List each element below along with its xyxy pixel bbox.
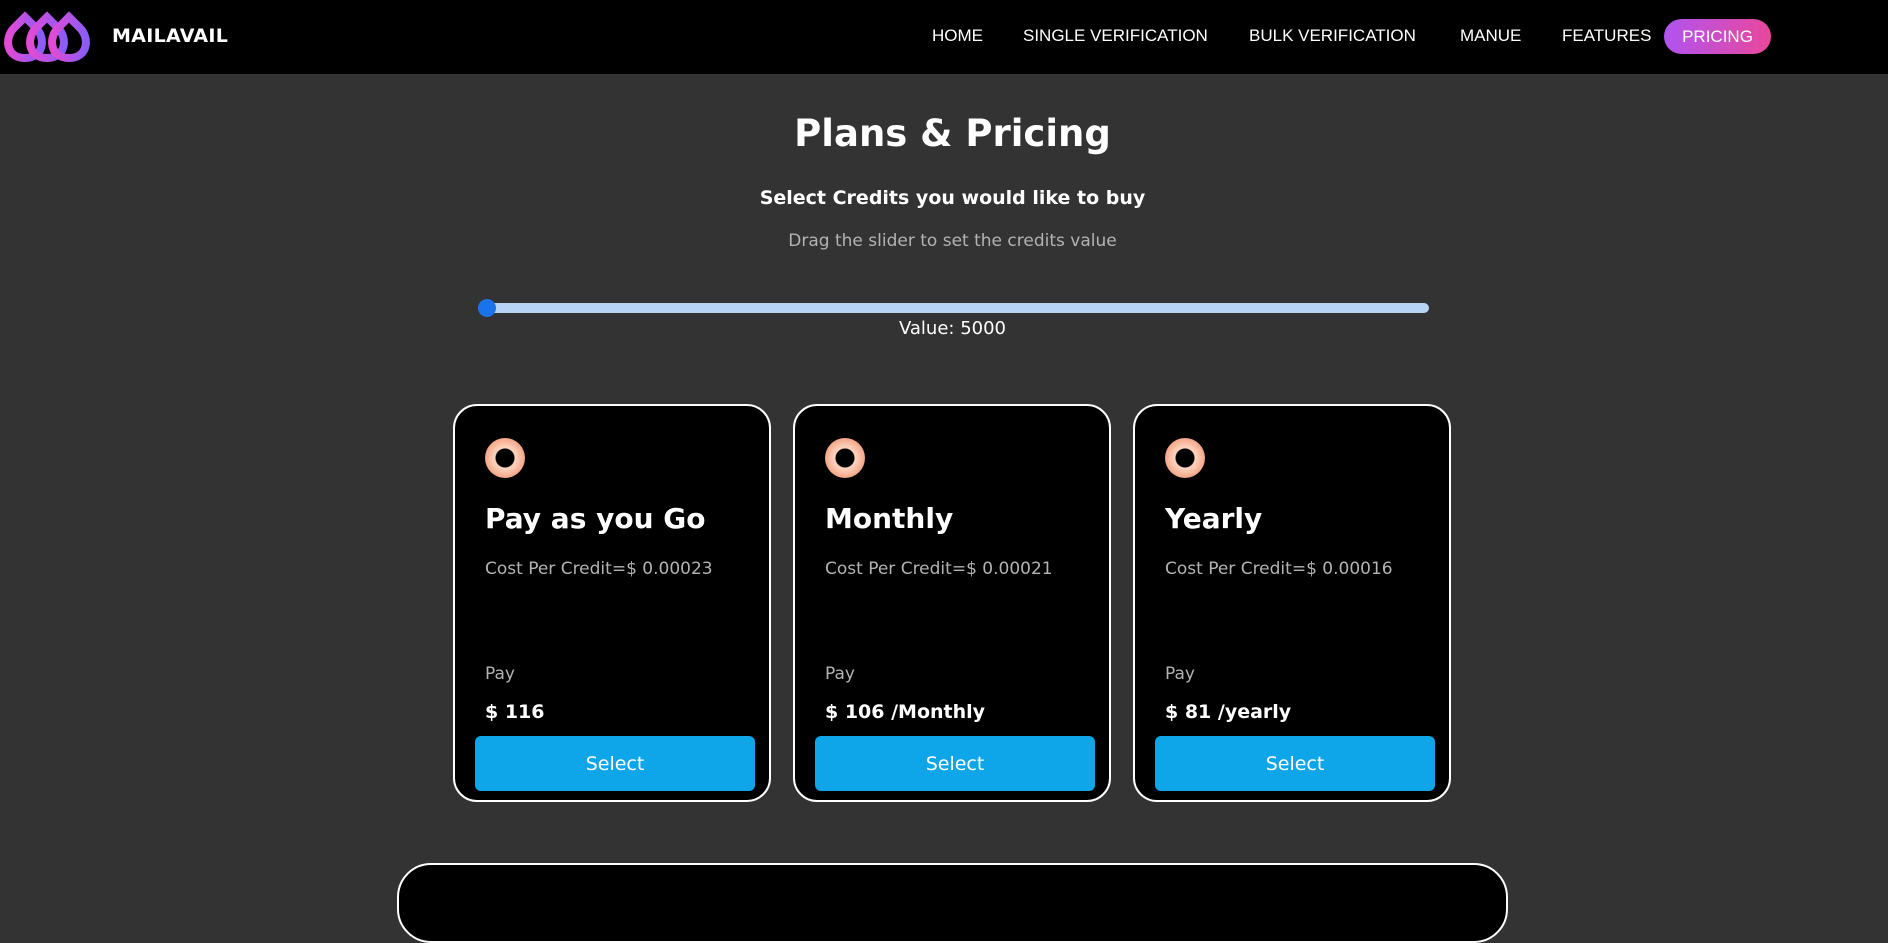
nav-manue[interactable]: MANUE	[1460, 26, 1521, 46]
plan-name: Yearly	[1165, 502, 1263, 535]
select-button[interactable]: Select	[815, 736, 1095, 791]
page-subtitle: Select Credits you would like to buy	[759, 187, 1146, 209]
credits-slider[interactable]	[478, 299, 1429, 317]
cost-per-credit: Cost Per Credit=$ 0.00021	[825, 559, 1053, 579]
pay-label: Pay	[825, 664, 855, 684]
plan-card-yearly: Yearly Cost Per Credit=$ 0.00016 Pay $ 8…	[1133, 404, 1451, 802]
cost-per-credit: Cost Per Credit=$ 0.00016	[1165, 559, 1393, 579]
plan-card-monthly: Monthly Cost Per Credit=$ 0.00021 Pay $ …	[793, 404, 1111, 802]
nav-pricing-active[interactable]: PRICING	[1664, 19, 1771, 54]
logo-icon[interactable]	[0, 8, 94, 66]
page-title: Plans & Pricing	[794, 112, 1111, 155]
nav-bulk-verification[interactable]: BULK VERIFICATION	[1249, 26, 1416, 46]
top-navbar: MAILAVAIL HOME SINGLE VERIFICATION BULK …	[0, 0, 1888, 74]
nav-home[interactable]: HOME	[932, 26, 983, 46]
slider-thumb[interactable]	[478, 299, 496, 317]
plan-name: Monthly	[825, 502, 954, 535]
pay-label: Pay	[1165, 664, 1195, 684]
nav-features[interactable]: FEATURES	[1562, 26, 1651, 46]
slider-hint: Drag the slider to set the credits value	[788, 231, 1117, 251]
pay-label: Pay	[485, 664, 515, 684]
select-button[interactable]: Select	[475, 736, 755, 791]
select-button[interactable]: Select	[1155, 736, 1435, 791]
ring-icon	[485, 438, 525, 478]
plan-price: $ 106 /Monthly	[825, 701, 986, 723]
ring-icon	[825, 438, 865, 478]
brand-name[interactable]: MAILAVAIL	[112, 25, 228, 47]
nav-single-verification[interactable]: SINGLE VERIFICATION	[1023, 26, 1208, 46]
bottom-panel	[397, 863, 1508, 943]
plan-price: $ 116	[485, 701, 545, 723]
plan-price: $ 81 /yearly	[1165, 701, 1292, 723]
plan-card-pay-as-you-go: Pay as you Go Cost Per Credit=$ 0.00023 …	[453, 404, 771, 802]
plan-name: Pay as you Go	[485, 502, 706, 535]
cost-per-credit: Cost Per Credit=$ 0.00023	[485, 559, 713, 579]
ring-icon	[1165, 438, 1205, 478]
slider-value-label: Value: 5000	[898, 318, 1007, 339]
